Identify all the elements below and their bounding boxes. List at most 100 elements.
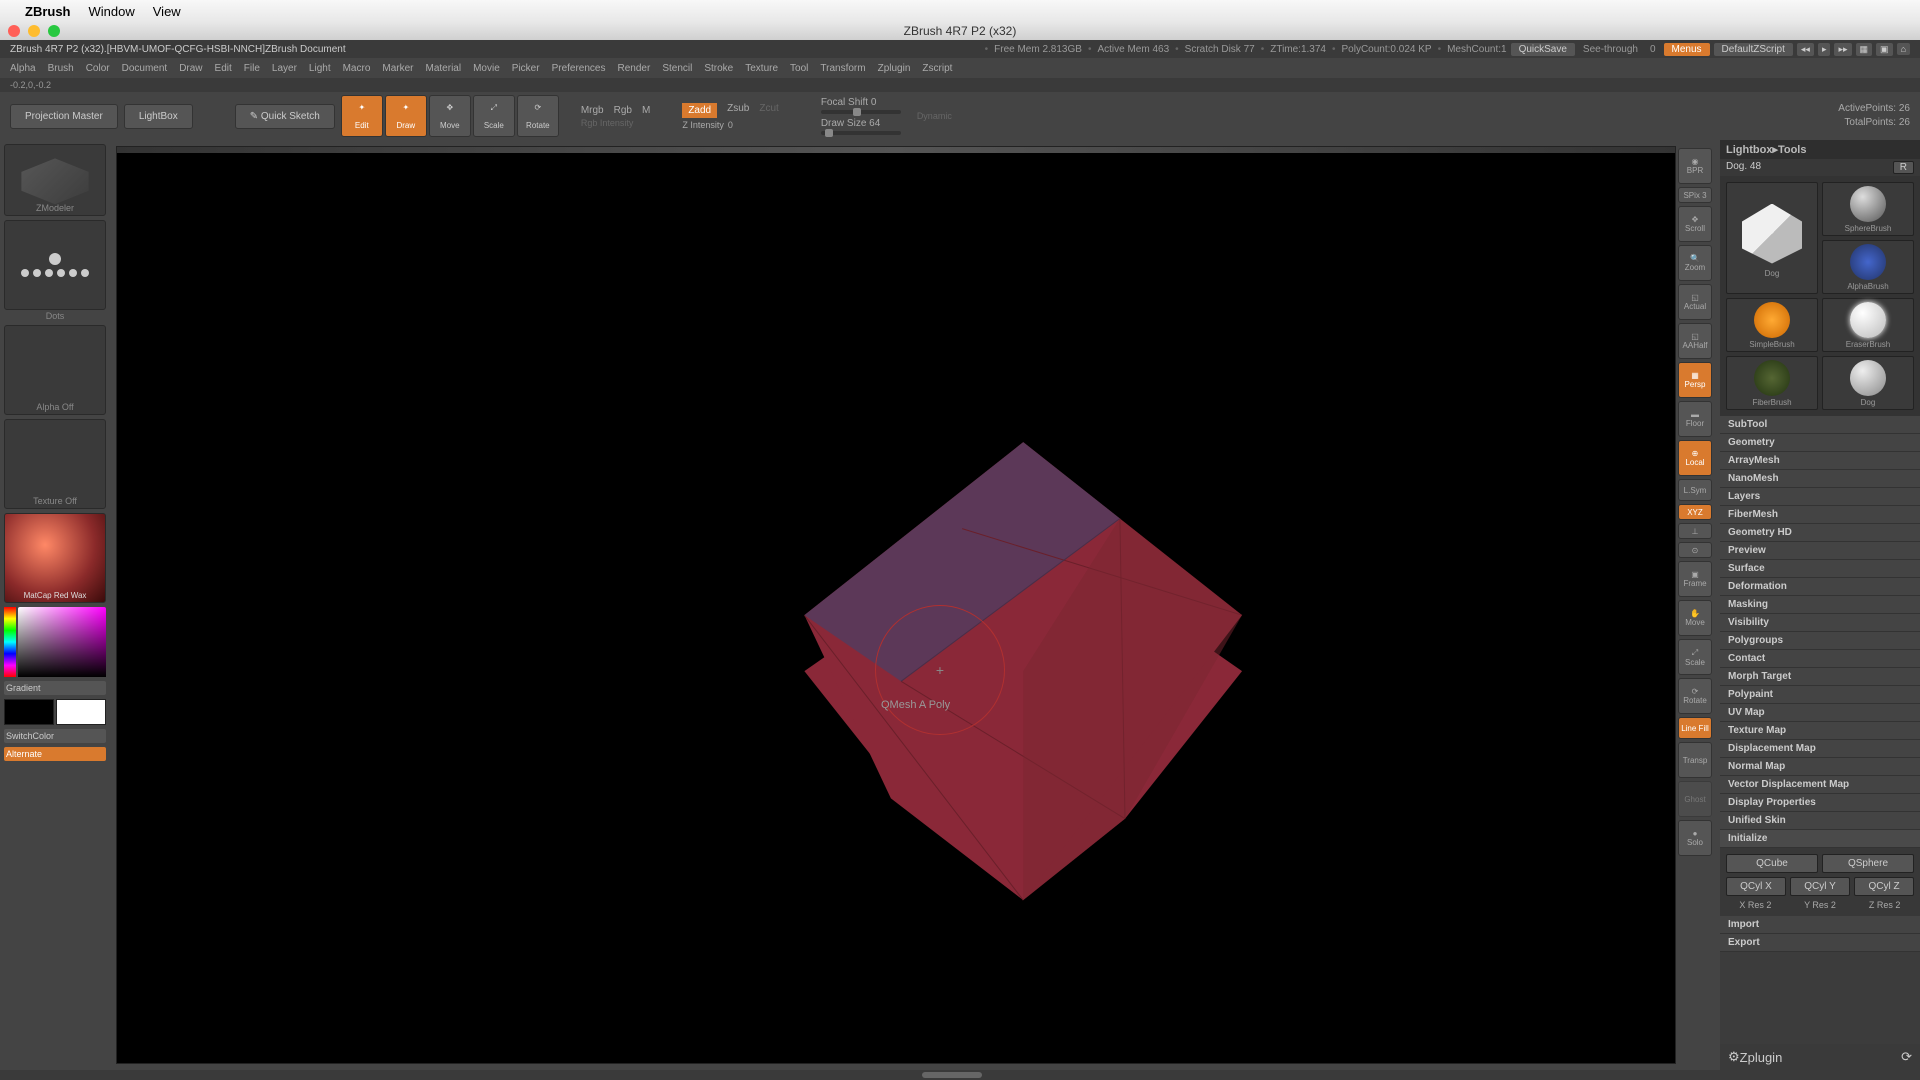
- qcyly-button[interactable]: QCyl Y: [1790, 877, 1850, 896]
- menu-transform[interactable]: Transform: [820, 63, 865, 74]
- zadd-button[interactable]: Zadd: [682, 103, 717, 118]
- bottom-scrollbar[interactable]: [0, 1070, 1920, 1080]
- menu-preferences[interactable]: Preferences: [552, 63, 606, 74]
- quicksketch-button[interactable]: ✎ Quick Sketch: [235, 104, 335, 129]
- yres-value[interactable]: Y Res 2: [1791, 900, 1850, 910]
- section-fibermesh[interactable]: FiberMesh: [1720, 506, 1920, 524]
- rotate-button[interactable]: ⟳Rotate: [517, 95, 559, 137]
- menu-texture[interactable]: Texture: [745, 63, 778, 74]
- history-next-icon[interactable]: ▸▸: [1834, 43, 1851, 56]
- menu-picker[interactable]: Picker: [512, 63, 540, 74]
- qcylx-button[interactable]: QCyl X: [1726, 877, 1786, 896]
- section-layers[interactable]: Layers: [1720, 488, 1920, 506]
- section-visibility[interactable]: Visibility: [1720, 614, 1920, 632]
- rotate-view-button[interactable]: ⟳Rotate: [1678, 678, 1712, 714]
- m-button[interactable]: M: [642, 105, 650, 116]
- section-polypaint[interactable]: Polypaint: [1720, 686, 1920, 704]
- quicksave-button[interactable]: QuickSave: [1511, 43, 1575, 56]
- defaultzscript-button[interactable]: DefaultZScript: [1714, 43, 1793, 56]
- zplugin-row[interactable]: ⚙ Zplugin ⟳: [1720, 1044, 1920, 1070]
- zoom-button[interactable]: 🔍Zoom: [1678, 245, 1712, 281]
- section-geometry[interactable]: Geometry: [1720, 434, 1920, 452]
- color-swatch-black[interactable]: [4, 699, 54, 725]
- menu-layer[interactable]: Layer: [272, 63, 297, 74]
- switchcolor-button[interactable]: SwitchColor: [4, 729, 106, 743]
- canvas[interactable]: QMesh A Poly: [116, 146, 1676, 1064]
- section-initialize[interactable]: Initialize: [1720, 830, 1920, 848]
- view-menu[interactable]: View: [153, 4, 181, 19]
- section-texturemap[interactable]: Texture Map: [1720, 722, 1920, 740]
- history-prev-icon[interactable]: ◂◂: [1797, 43, 1814, 56]
- zres-value[interactable]: Z Res 2: [1855, 900, 1914, 910]
- axis-icon[interactable]: ⊙: [1678, 542, 1712, 558]
- menu-zscript[interactable]: Zscript: [922, 63, 952, 74]
- section-subtool[interactable]: SubTool: [1720, 416, 1920, 434]
- xres-value[interactable]: X Res 2: [1726, 900, 1785, 910]
- tool-eraserbrush[interactable]: EraserBrush: [1822, 298, 1914, 352]
- section-displacement[interactable]: Displacement Map: [1720, 740, 1920, 758]
- tool-default[interactable]: Dog: [1822, 356, 1914, 410]
- qcube-button[interactable]: QCube: [1726, 854, 1818, 873]
- tool-active[interactable]: Dog: [1726, 182, 1818, 294]
- section-uvmap[interactable]: UV Map: [1720, 704, 1920, 722]
- menus-button[interactable]: Menus: [1664, 43, 1710, 56]
- mrgb-button[interactable]: Mrgb: [581, 105, 604, 116]
- lightbox-button[interactable]: LightBox: [124, 104, 193, 129]
- menu-movie[interactable]: Movie: [473, 63, 500, 74]
- texture-slot[interactable]: Texture Off: [4, 419, 106, 509]
- r-button[interactable]: R: [1893, 161, 1914, 174]
- section-masking[interactable]: Masking: [1720, 596, 1920, 614]
- move-button[interactable]: ✥Move: [429, 95, 471, 137]
- color-swatch-white[interactable]: [56, 699, 106, 725]
- transp-button[interactable]: Transp: [1678, 742, 1712, 778]
- section-arraymesh[interactable]: ArrayMesh: [1720, 452, 1920, 470]
- scroll-button[interactable]: ✥Scroll: [1678, 206, 1712, 242]
- maximize-icon[interactable]: [48, 25, 60, 37]
- scale-button[interactable]: ⤢Scale: [473, 95, 515, 137]
- xyz-button[interactable]: XYZ: [1678, 504, 1712, 520]
- solo-button[interactable]: ●Solo: [1678, 820, 1712, 856]
- draw-size-value[interactable]: 64: [869, 118, 880, 129]
- alternate-button[interactable]: Alternate: [4, 747, 106, 761]
- scrollbar-thumb[interactable]: [922, 1072, 982, 1078]
- axis-y-icon[interactable]: ⊥: [1678, 523, 1712, 539]
- section-polygroups[interactable]: Polygroups: [1720, 632, 1920, 650]
- tool-spherebrush[interactable]: SphereBrush: [1822, 182, 1914, 236]
- history-play-icon[interactable]: ▸: [1818, 43, 1831, 56]
- section-surface[interactable]: Surface: [1720, 560, 1920, 578]
- section-geometryhd[interactable]: Geometry HD: [1720, 524, 1920, 542]
- menu-marker[interactable]: Marker: [382, 63, 413, 74]
- linefill-button[interactable]: Line Fill: [1678, 717, 1712, 739]
- floor-button[interactable]: ▬Floor: [1678, 401, 1712, 437]
- section-preview[interactable]: Preview: [1720, 542, 1920, 560]
- section-normalmap[interactable]: Normal Map: [1720, 758, 1920, 776]
- section-displayprops[interactable]: Display Properties: [1720, 794, 1920, 812]
- section-unifiedskin[interactable]: Unified Skin: [1720, 812, 1920, 830]
- menu-brush[interactable]: Brush: [48, 63, 74, 74]
- section-import[interactable]: Import: [1720, 916, 1920, 934]
- section-vectordisp[interactable]: Vector Displacement Map: [1720, 776, 1920, 794]
- menu-stencil[interactable]: Stencil: [662, 63, 692, 74]
- close-icon[interactable]: [8, 25, 20, 37]
- qcylz-button[interactable]: QCyl Z: [1854, 877, 1914, 896]
- menu-tool[interactable]: Tool: [790, 63, 808, 74]
- menu-zplugin[interactable]: Zplugin: [878, 63, 911, 74]
- draw-size-slider[interactable]: [821, 131, 901, 135]
- gradient-button[interactable]: Gradient: [4, 681, 106, 695]
- app-menu[interactable]: ZBrush: [25, 4, 71, 19]
- edit-button[interactable]: ✦Edit: [341, 95, 383, 137]
- spix-button[interactable]: SPix 3: [1678, 187, 1712, 203]
- tool-simplebrush[interactable]: SimpleBrush: [1726, 298, 1818, 352]
- local-button[interactable]: ⊕Local: [1678, 440, 1712, 476]
- menu-alpha[interactable]: Alpha: [10, 63, 36, 74]
- section-morphtarget[interactable]: Morph Target: [1720, 668, 1920, 686]
- material-slot[interactable]: MatCap Red Wax: [4, 513, 106, 603]
- draw-button[interactable]: ✦Draw: [385, 95, 427, 137]
- dynamic-button[interactable]: Dynamic: [917, 111, 952, 121]
- refresh-icon[interactable]: ⟳: [1901, 1049, 1912, 1065]
- lightbox-tools-header[interactable]: Lightbox▸Tools: [1720, 140, 1920, 159]
- color-picker[interactable]: [18, 607, 106, 677]
- menu-color[interactable]: Color: [86, 63, 110, 74]
- tool-alphabrush[interactable]: AlphaBrush: [1822, 240, 1914, 294]
- menu-material[interactable]: Material: [426, 63, 462, 74]
